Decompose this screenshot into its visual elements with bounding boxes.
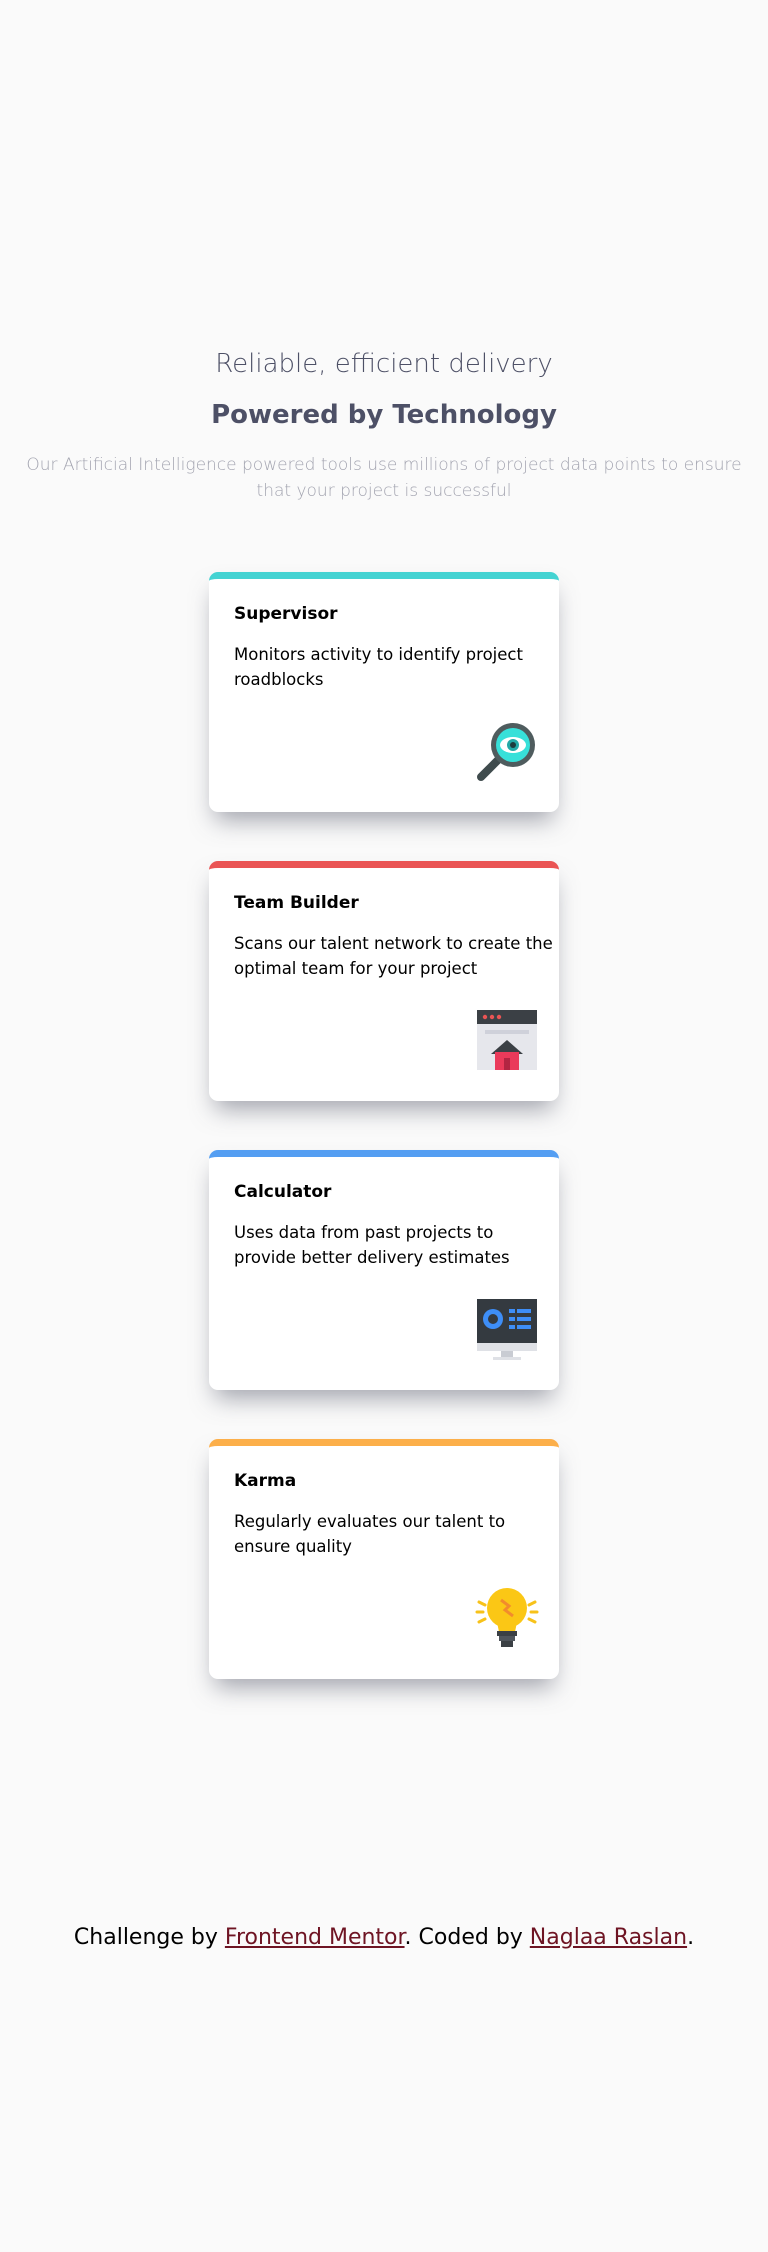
frontend-mentor-link[interactable]: Frontend Mentor [225,1925,405,1950]
card-title: Karma [234,1471,297,1491]
card-title: Supervisor [234,604,338,624]
supervisor-magnifier-eye-icon [475,719,539,783]
card-karma: Karma Regularly evaluates our talent to … [209,1439,559,1679]
page-title: Powered by Technology [211,400,557,430]
attribution-prefix: Challenge by [73,1925,225,1950]
card-description: Regularly evaluates our talent to ensure… [234,1512,506,1556]
attribution-middle: . Coded by [404,1925,530,1950]
calculator-monitor-icon [475,1297,539,1361]
card-title: Team Builder [234,893,359,913]
card-calculator: Calculator Uses data from past projects … [209,1150,559,1390]
page-subtitle: Reliable, efficient delivery [215,349,553,379]
author-link[interactable]: Naglaa Raslan [530,1925,687,1950]
attribution-suffix: . [687,1925,695,1950]
karma-lightbulb-icon [475,1586,539,1650]
card-description: Monitors activity to identify project ro… [234,645,523,689]
attribution: Challenge by Frontend Mentor. Coded by N… [0,1920,768,1956]
card-title: Calculator [234,1182,332,1202]
card-description: Uses data from past projects to provide … [234,1223,510,1267]
team-builder-browser-house-icon [475,1008,539,1072]
page-intro: Our Artificial Intelligence powered tool… [26,455,742,501]
card-description: Scans our talent network to create the o… [234,934,553,978]
card-supervisor: Supervisor Monitors activity to identify… [209,572,559,812]
feature-cards: Supervisor Monitors activity to identify… [209,572,559,1728]
page-header: Reliable, efficient delivery Powered by … [0,340,768,504]
card-team-builder: Team Builder Scans our talent network to… [209,861,559,1101]
